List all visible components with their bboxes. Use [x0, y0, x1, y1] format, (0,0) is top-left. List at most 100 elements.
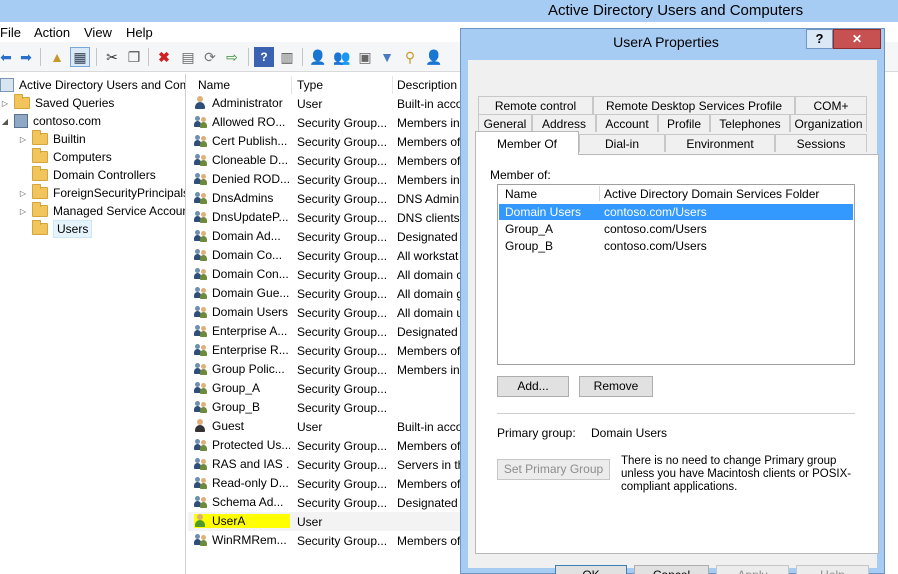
table-row[interactable]: Domain Gue... Security Group... All domain…	[188, 284, 462, 303]
tree-root[interactable]: Active Directory Users and Com	[0, 76, 185, 94]
table-row[interactable]: Enterprise A... Security Group... Designat…	[188, 322, 462, 341]
table-row[interactable]: Domain Ad... Security Group... Designated	[188, 227, 462, 246]
table-row[interactable]: Group Polic... Security Group... Members i…	[188, 360, 462, 379]
column-header-name[interactable]: Name	[194, 76, 292, 94]
member-row[interactable]: Domain Users contoso.com/Users	[499, 204, 853, 220]
tab-remote-desktop-services-profile[interactable]: Remote Desktop Services Profile	[593, 96, 795, 114]
add-button[interactable]: Add...	[497, 376, 569, 397]
tab-dial-in[interactable]: Dial-in	[579, 134, 665, 152]
collapse-arrow-icon[interactable]: ◢	[0, 117, 10, 126]
back-arrow-icon[interactable]: ⬅	[0, 47, 16, 67]
table-row[interactable]: Protected Us... Security Group... Members …	[188, 436, 462, 455]
action-pane-icon[interactable]: ▥	[277, 47, 297, 67]
apply-button[interactable]: Apply	[716, 565, 789, 574]
up-folder-icon[interactable]: ▲	[47, 47, 67, 67]
help-button[interactable]: Help	[796, 565, 869, 574]
table-row[interactable]: DnsUpdateP... Security Group... DNS client…	[188, 208, 462, 227]
tab-account[interactable]: Account	[596, 114, 658, 132]
column-header-description[interactable]: Description	[393, 76, 462, 94]
tree-item-foreign-security-principals[interactable]: ▷ ForeignSecurityPrincipals	[18, 184, 185, 202]
remove-button[interactable]: Remove	[579, 376, 653, 397]
member-of-list[interactable]: Name Active Directory Domain Services Fo…	[497, 184, 855, 365]
properties-icon[interactable]: ▤	[178, 47, 198, 67]
table-row[interactable]: Administrator User Built-in acco	[188, 94, 462, 113]
menu-file[interactable]: File	[0, 25, 21, 40]
new-user-icon[interactable]: 👤	[308, 47, 328, 67]
table-row[interactable]: Guest User Built-in acco	[188, 417, 462, 436]
menu-action[interactable]: Action	[34, 25, 70, 40]
table-row[interactable]: Group_A Security Group...	[188, 379, 462, 398]
find-icon[interactable]: ⚲	[400, 47, 420, 67]
table-row[interactable]: UserA User	[188, 512, 462, 531]
tree-item-computers[interactable]: Computers	[18, 148, 112, 166]
tree-item-domain[interactable]: ◢ contoso.com	[0, 112, 101, 130]
copy-icon[interactable]: ❐	[124, 47, 144, 67]
filter-icon[interactable]: ▼	[377, 47, 397, 67]
member-row[interactable]: Group_A contoso.com/Users	[499, 221, 853, 237]
column-header-type[interactable]: Type	[293, 76, 393, 94]
table-row[interactable]: Allowed RO... Security Group... Members in	[188, 113, 462, 132]
tree-pane[interactable]: Active Directory Users and Com ▷ Saved Q…	[0, 74, 186, 574]
table-row[interactable]: Cloneable D... Security Group... Members o…	[188, 151, 462, 170]
tree-item-builtin[interactable]: ▷ Builtin	[18, 130, 86, 148]
tab-environment[interactable]: Environment	[665, 134, 775, 152]
dialog-close-button[interactable]: ✕	[833, 29, 881, 49]
dialog-help-button[interactable]: ?	[806, 29, 833, 49]
tab-telephones[interactable]: Telephones	[710, 114, 790, 132]
main-title-bar[interactable]: Active Directory Users and Computers	[0, 0, 898, 22]
table-row[interactable]: Enterprise R... Security Group... Members …	[188, 341, 462, 360]
add-to-group-icon[interactable]: 👤	[424, 47, 444, 67]
tab-profile[interactable]: Profile	[658, 114, 710, 132]
cancel-button[interactable]: Cancel	[634, 565, 709, 574]
member-column-name[interactable]: Name	[505, 187, 537, 201]
tab-com-plus[interactable]: COM+	[795, 96, 867, 114]
menu-view[interactable]: View	[84, 25, 112, 40]
row-name-text: Domain Co...	[212, 248, 283, 262]
expand-arrow-icon[interactable]: ▷	[18, 189, 28, 198]
table-row[interactable]: DnsAdmins Security Group... DNS Admin	[188, 189, 462, 208]
cut-icon[interactable]: ✂	[102, 47, 122, 67]
tree-item-managed-service-accounts[interactable]: ▷ Managed Service Accoun	[18, 202, 185, 220]
expand-arrow-icon[interactable]: ▷	[18, 207, 28, 216]
row-name: Cert Publish...	[194, 134, 290, 148]
table-row[interactable]: Cert Publish... Security Group... Members …	[188, 132, 462, 151]
table-row[interactable]: WinRMRem... Security Group... Members of	[188, 531, 462, 550]
tab-sessions[interactable]: Sessions	[775, 134, 867, 152]
help-icon[interactable]: ?	[254, 47, 274, 67]
new-ou-icon[interactable]: ▣	[355, 47, 375, 67]
table-row[interactable]: Domain Users Security Group... All domain …	[188, 303, 462, 322]
tree-item-domain-controllers[interactable]: Domain Controllers	[18, 166, 156, 184]
tab-general[interactable]: General	[478, 114, 532, 132]
expand-arrow-icon[interactable]: ▷	[0, 99, 10, 108]
member-column-folder[interactable]: Active Directory Domain Services Folder	[604, 187, 819, 201]
forward-arrow-icon[interactable]: ➡	[16, 47, 36, 67]
folder-icon	[32, 202, 48, 217]
ok-button[interactable]: OK	[555, 565, 627, 574]
row-name: Domain Users	[194, 305, 290, 319]
table-row[interactable]: Schema Ad... Security Group... Designated	[188, 493, 462, 512]
row-type: User	[297, 515, 323, 529]
show-tree-icon[interactable]: ▦	[70, 47, 90, 67]
menu-help[interactable]: Help	[126, 25, 153, 40]
row-type: Security Group...	[297, 135, 388, 149]
table-row[interactable]: Group_B Security Group...	[188, 398, 462, 417]
tab-remote-control[interactable]: Remote control	[478, 96, 593, 114]
object-list-pane[interactable]: Name Type Description Administrator User B…	[188, 74, 462, 574]
table-row[interactable]: Read-only D... Security Group... Members o…	[188, 474, 462, 493]
set-primary-group-button[interactable]: Set Primary Group	[497, 459, 610, 480]
member-row[interactable]: Group_B contoso.com/Users	[499, 238, 853, 254]
tab-address[interactable]: Address	[532, 114, 596, 132]
refresh-icon[interactable]: ⟳	[200, 47, 220, 67]
export-list-icon[interactable]: ⇨	[222, 47, 242, 67]
tab-member-of[interactable]: Member Of	[475, 131, 579, 155]
tree-item-users[interactable]: Users	[18, 220, 93, 238]
table-row[interactable]: RAS and IAS ... Security Group... Servers …	[188, 455, 462, 474]
table-row[interactable]: Denied ROD... Security Group... Members in	[188, 170, 462, 189]
new-group-icon[interactable]: 👥	[332, 47, 352, 67]
tab-organization[interactable]: Organization	[790, 114, 867, 132]
tree-item-saved-queries[interactable]: ▷ Saved Queries	[0, 94, 114, 112]
delete-icon[interactable]: ✖	[154, 47, 174, 67]
table-row[interactable]: Domain Co... Security Group... All worksta…	[188, 246, 462, 265]
expand-arrow-icon[interactable]: ▷	[18, 135, 28, 144]
table-row[interactable]: Domain Con... Security Group... All domain…	[188, 265, 462, 284]
